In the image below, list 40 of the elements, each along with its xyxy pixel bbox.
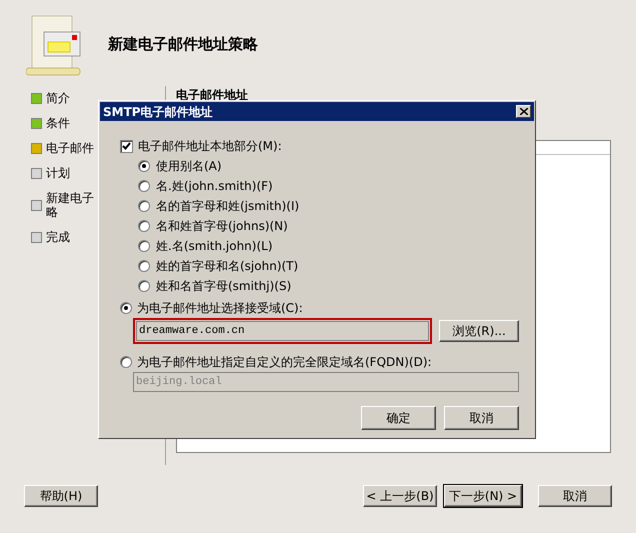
ok-button[interactable]: 确定: [361, 406, 436, 430]
radio-label: 为电子邮件地址选择接受域(C):: [137, 300, 303, 317]
radio-button[interactable]: [120, 356, 132, 368]
close-button[interactable]: [516, 105, 531, 118]
domain-field[interactable]: dreamware.com.cn: [136, 321, 430, 341]
step-label: 计划: [46, 166, 70, 180]
checkbox[interactable]: [120, 140, 133, 152]
close-icon: [520, 108, 528, 115]
step-label: 电子邮件: [46, 141, 94, 155]
step-label: 简介: [46, 91, 70, 105]
help-button[interactable]: 帮助(H): [24, 485, 98, 507]
checkbox-label: 电子邮件地址本地部分(M):: [138, 138, 282, 155]
radio-label: 姓的首字母和名(sjohn)(T): [156, 258, 298, 275]
radio-button[interactable]: [138, 240, 150, 252]
check-icon: [122, 142, 131, 150]
step-label: 新建电子 略: [46, 191, 94, 219]
radio-label: 名和姓首字母(johns)(N): [156, 218, 288, 235]
section-heading: 电子邮件地址: [176, 87, 249, 104]
radio-label: 姓.名(smith.john)(L): [156, 238, 273, 255]
wizard-title: 新建电子邮件地址策略: [108, 34, 258, 55]
radio-label: 姓和名首字母(smithj)(S): [156, 278, 292, 295]
step-label: 条件: [46, 116, 70, 130]
radio-button[interactable]: [138, 260, 150, 272]
radio-button[interactable]: [138, 280, 150, 292]
browse-button[interactable]: 浏览(R)...: [439, 320, 519, 342]
radio-button[interactable]: [138, 200, 150, 212]
back-button[interactable]: < 上一步(B): [363, 485, 437, 507]
step-label: 完成: [46, 230, 70, 244]
radio-button[interactable]: [138, 220, 150, 232]
radio-button[interactable]: [120, 302, 132, 314]
cancel-button[interactable]: 取消: [538, 485, 612, 507]
dialog-cancel-button[interactable]: 取消: [444, 406, 519, 430]
next-button[interactable]: 下一步(N) >: [444, 485, 522, 507]
radio-button[interactable]: [138, 180, 150, 192]
radio-label: 使用别名(A): [156, 158, 222, 175]
radio-label: 为电子邮件地址指定自定义的完全限定域名(FQDN)(D):: [137, 354, 432, 371]
radio-label: 名的首字母和姓(jsmith)(I): [156, 198, 300, 215]
radio-label: 名.姓(john.smith)(F): [156, 178, 273, 195]
dialog-title: SMTP电子邮件地址: [103, 104, 214, 120]
radio-button[interactable]: [138, 160, 150, 172]
